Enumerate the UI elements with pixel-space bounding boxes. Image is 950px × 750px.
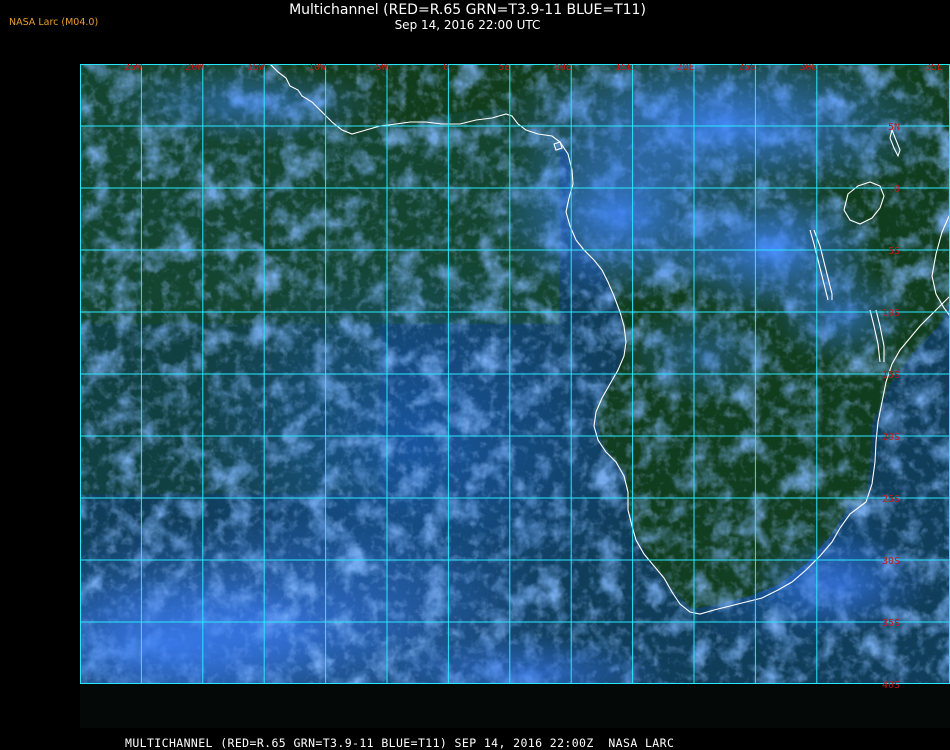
latitude-label: 40S	[882, 680, 900, 691]
latitude-label: 30S	[882, 556, 900, 567]
longitude-label: 25E	[738, 64, 756, 73]
footer-caption: MULTICHANNEL (RED=R.65 GRN=T3.9-11 BLUE=…	[125, 736, 675, 750]
satellite-imagery: 25W 20W 15W 10W 5W 0 5E 10E 15E 20E 25E 30E 35E 5N 0 5…	[80, 64, 950, 728]
longitude-label: 0	[443, 64, 449, 73]
latitude-label: 15S	[882, 370, 900, 381]
longitude-label: 20E	[677, 64, 695, 73]
longitude-label: 15W	[247, 64, 266, 73]
satellite-map[interactable]: 25W 20W 15W 10W 5W 0 5E 10E 15E 20E 25E 30E 35E 5N 0 5…	[80, 64, 950, 728]
longitude-label: 35E	[925, 64, 943, 73]
image-title: Multichannel (RED=R.65 GRN=T3.9-11 BLUE=…	[289, 2, 646, 18]
latitude-label: 20S	[882, 432, 900, 443]
latitude-label: 5N	[888, 122, 900, 133]
longitude-label: 5E	[498, 64, 510, 73]
nodata-strip	[80, 684, 950, 728]
latitude-label: 25S	[882, 494, 900, 505]
longitude-label: 10W	[308, 64, 327, 73]
latitude-label: 10S	[882, 308, 900, 319]
latitude-label: 5S	[888, 246, 900, 257]
longitude-label: 5W	[376, 64, 389, 73]
latitude-label: 35S	[882, 618, 900, 629]
longitude-label: 15E	[615, 64, 633, 73]
latitude-label: 0	[894, 184, 900, 195]
longitude-label: 25W	[124, 64, 143, 73]
image-timestamp: Sep 14, 2016 22:00 UTC	[394, 18, 541, 32]
longitude-label: 20W	[185, 64, 204, 73]
longitude-label: 10E	[554, 64, 572, 73]
longitude-label: 30E	[799, 64, 817, 73]
